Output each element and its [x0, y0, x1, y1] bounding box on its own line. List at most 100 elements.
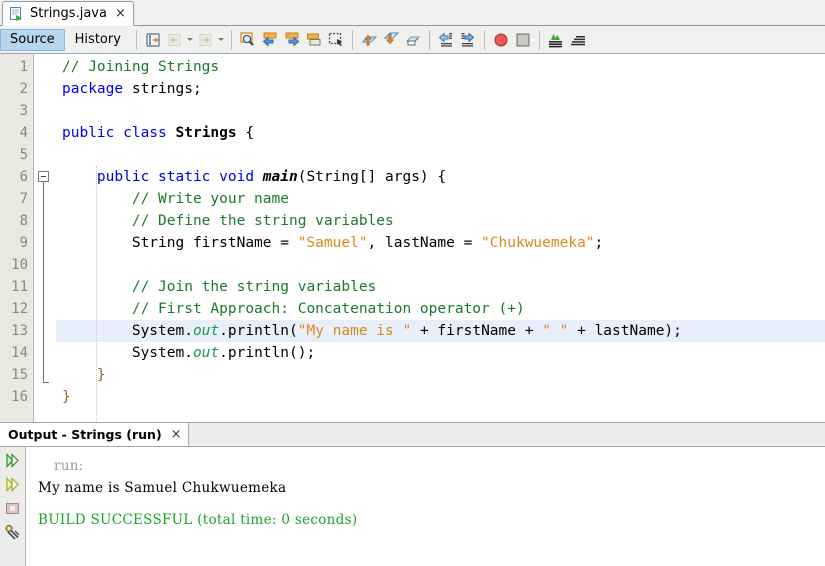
shift-line-up-icon[interactable] [358, 29, 380, 51]
stop-icon[interactable] [512, 29, 534, 51]
find-selection-icon[interactable] [237, 29, 259, 51]
forward-dropdown-caret-icon[interactable] [217, 29, 226, 51]
close-icon[interactable]: × [171, 428, 182, 441]
code-line[interactable] [56, 100, 825, 122]
java-file-icon [9, 6, 25, 22]
code-token-pln: + firstName + [411, 323, 543, 339]
code-token-pln: + lastName); [568, 323, 682, 339]
back-dropdown-caret-icon[interactable] [186, 29, 195, 51]
code-token-str: " " [542, 323, 569, 339]
back-icon[interactable] [164, 29, 186, 51]
fold-row [34, 232, 56, 254]
code-line[interactable]: System.out.println(); [56, 342, 825, 364]
code-token-kw: public class [62, 125, 176, 141]
fold-row [34, 56, 56, 78]
fold-row [34, 254, 56, 276]
output-tab-filler [188, 423, 825, 446]
toolbar-separator [351, 29, 353, 50]
close-icon[interactable]: × [115, 7, 126, 20]
rerun-icon[interactable] [3, 450, 23, 470]
line-number: 7 [19, 191, 28, 207]
code-line[interactable]: // Join the string variables [56, 276, 825, 298]
toggle-breakpoint-icon[interactable] [490, 29, 512, 51]
code-token-kw: package [62, 81, 124, 97]
code-token-cls: Strings [175, 125, 237, 141]
line-number: 2 [19, 81, 28, 97]
code-token-cmt: // First Approach: Concatenation operato… [131, 301, 525, 317]
comment-icon[interactable] [402, 29, 424, 51]
code-line[interactable] [56, 144, 825, 166]
toggle-rectangular-selection-icon[interactable] [325, 29, 347, 51]
last-edit-icon[interactable] [142, 29, 164, 51]
code-token-pln: String firstName = [62, 235, 298, 251]
tab-source[interactable]: Source [0, 28, 65, 51]
code-token-pln [62, 169, 97, 185]
code-token-pln: strings; [123, 81, 202, 97]
code-token-brc: } [62, 389, 71, 405]
tab-history[interactable]: History [65, 29, 131, 51]
code-line[interactable]: // Joining Strings [56, 56, 825, 78]
fold-row [34, 144, 56, 166]
code-editor[interactable]: 1 2 3 4 5 6 7 8 9 10 11 12 13 14 15 16 // Joining Strin… [0, 54, 825, 423]
indent-guide [96, 166, 97, 422]
output-line: run: [54, 458, 84, 474]
code-line[interactable]: // First Approach: Concatenation operato… [56, 298, 825, 320]
fold-row [34, 166, 56, 188]
fold-collapse-icon[interactable] [38, 171, 49, 182]
previous-bookmark-icon[interactable] [259, 29, 281, 51]
code-fold-column[interactable] [34, 54, 56, 422]
inspect-members-icon[interactable] [545, 29, 567, 51]
toolbar-separator [538, 29, 540, 50]
toggle-bookmark-icon[interactable] [303, 29, 325, 51]
code-line[interactable] [56, 254, 825, 276]
code-token-pln: ; [594, 235, 604, 251]
output-line: My name is Samuel Chukwuemeka [38, 480, 287, 496]
source-code-text[interactable]: // Joining Strings package strings; publi… [56, 54, 825, 422]
stop-process-icon[interactable] [3, 498, 23, 518]
code-line[interactable]: String firstName = "Samuel", lastName = … [56, 232, 825, 254]
shift-line-right-icon[interactable] [457, 29, 479, 51]
code-token-pln: , lastName = [367, 235, 482, 251]
forward-icon[interactable] [195, 29, 217, 51]
code-line[interactable]: public class Strings { [56, 122, 825, 144]
line-number: 5 [19, 147, 28, 163]
output-tab-strings-run[interactable]: Output - Strings (run) × [0, 423, 189, 446]
code-token-kw: public static void [96, 169, 263, 185]
line-number: 10 [11, 257, 28, 273]
code-line[interactable]: public static void main(String[] args) { [56, 166, 825, 188]
settings-wrench-icon[interactable] [3, 522, 23, 542]
shift-line-down-icon[interactable] [380, 29, 402, 51]
code-token-cmt: // Join the string variables [131, 279, 377, 295]
fold-range-end [43, 382, 49, 383]
document-tab-strings-java[interactable]: Strings.java × [2, 1, 134, 26]
line-number-gutter: 1 2 3 4 5 6 7 8 9 10 11 12 13 14 15 16 [0, 54, 34, 422]
line-number: 8 [19, 213, 28, 229]
inspect-hierarchy-icon[interactable] [567, 29, 589, 51]
code-line[interactable]: // Write your name [56, 188, 825, 210]
rerun-alt-icon[interactable] [3, 474, 23, 494]
toolbar-separator [135, 29, 137, 50]
output-tab-bar: Output - Strings (run) × [0, 423, 825, 447]
line-number: 14 [11, 345, 28, 361]
shift-line-left-icon[interactable] [435, 29, 457, 51]
code-token-pln [62, 367, 97, 383]
toolbar-separator [428, 29, 430, 50]
next-bookmark-icon[interactable] [281, 29, 303, 51]
output-body: run: My name is Samuel Chukwuemeka BUILD … [0, 447, 825, 566]
fold-row [34, 78, 56, 100]
code-line[interactable]: } [56, 364, 825, 386]
fold-row [34, 342, 56, 364]
code-line[interactable]: System.out.println("My name is " + first… [56, 320, 825, 342]
fold-range-line [43, 182, 44, 382]
document-tab-bar: Strings.java × [0, 0, 825, 26]
code-line[interactable]: } [56, 386, 825, 408]
code-line[interactable]: // Define the string variables [56, 210, 825, 232]
code-line[interactable]: package strings; [56, 78, 825, 100]
fold-row [34, 122, 56, 144]
output-console-text[interactable]: run: My name is Samuel Chukwuemeka BUILD … [26, 447, 825, 566]
output-window: Output - Strings (run) × run: My name is… [0, 423, 825, 566]
code-token-pln: System. [62, 323, 193, 339]
line-number: 15 [11, 367, 28, 383]
line-number: 3 [19, 103, 28, 119]
